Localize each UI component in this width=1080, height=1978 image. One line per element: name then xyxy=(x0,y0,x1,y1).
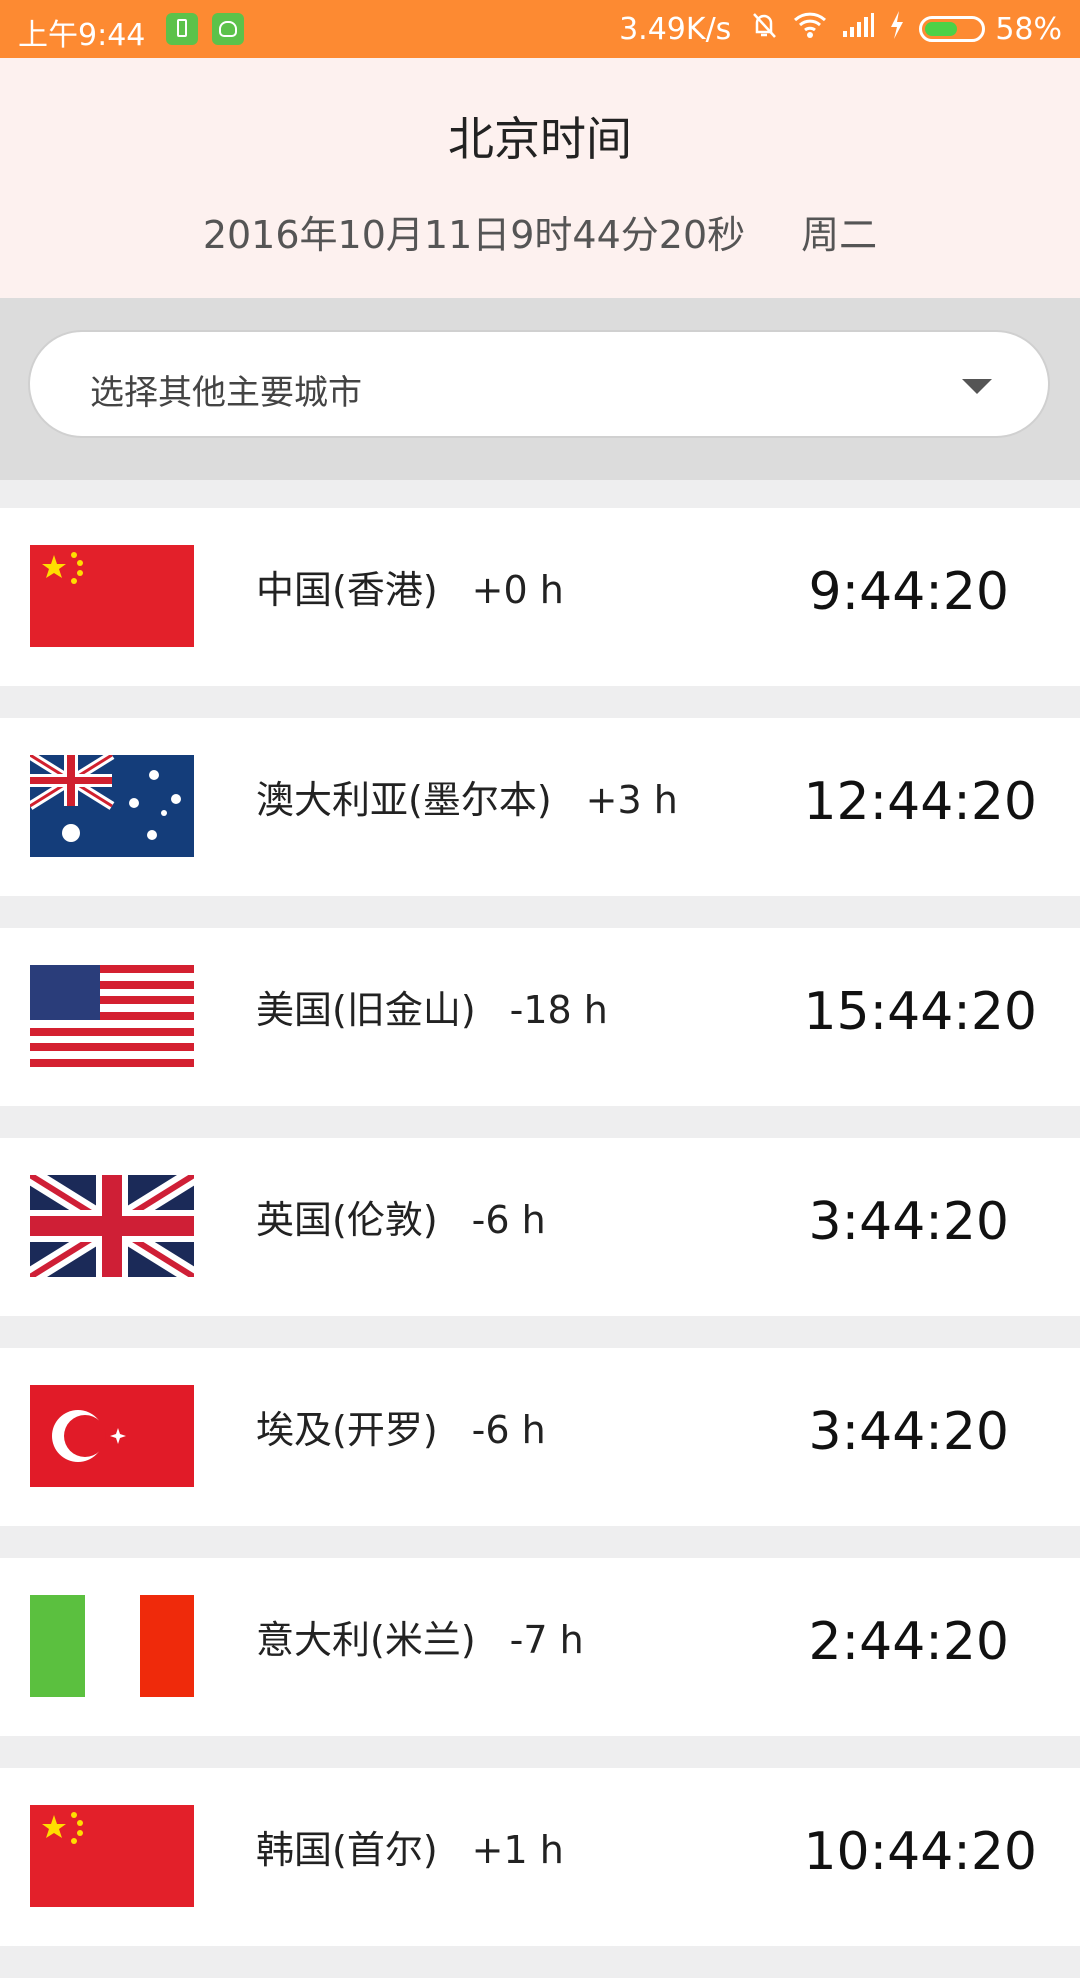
battery-icon xyxy=(919,16,986,42)
list-item[interactable]: 埃及(开罗) -6 h 3:44:20 xyxy=(0,1348,1080,1526)
list-item[interactable]: 韩国(首尔) +1 h 10:44:20 xyxy=(0,1768,1080,1946)
mute-bell-icon xyxy=(749,10,779,48)
city-list: 中国(香港) +0 h 9:44:20 澳大利亚(墨尔本) +3 h 12:44:2… xyxy=(0,508,1080,1978)
city-time: 10:44:20 xyxy=(803,1822,1037,1882)
china-flag-icon xyxy=(30,1805,194,1907)
city-label: 韩国(首尔) +1 h xyxy=(256,1819,564,1874)
city-select-label: 选择其他主要城市 xyxy=(90,373,362,413)
city-label: 澳大利亚(墨尔本) +3 h xyxy=(256,769,678,824)
time-offset: -7 h xyxy=(509,1618,584,1662)
time-header: 北京时间 2016年10月11日9时44分20秒 周二 xyxy=(0,58,1080,298)
signal-icon xyxy=(841,12,875,47)
city-label: 英国(伦敦) -6 h xyxy=(256,1189,546,1244)
page-title: 北京时间 xyxy=(448,112,632,166)
city-name: 美国(旧金山) xyxy=(256,988,476,1032)
time-offset: -18 h xyxy=(509,988,608,1032)
city-label: 中国(香港) +0 h xyxy=(256,559,564,614)
status-bar: 上午9:44 3.49K/s 58% xyxy=(0,0,1080,58)
weekday-text: 周二 xyxy=(801,213,878,257)
uk-flag-icon xyxy=(30,1175,194,1277)
time-offset: +0 h xyxy=(471,568,564,612)
city-name: 韩国(首尔) xyxy=(256,1828,438,1872)
battery-app-icon xyxy=(166,13,198,45)
time-offset: -6 h xyxy=(471,1198,546,1242)
city-time: 15:44:20 xyxy=(803,982,1037,1042)
list-item[interactable]: 中国(香港) +0 h 9:44:20 xyxy=(0,508,1080,686)
city-select-dropdown[interactable]: 选择其他主要城市 xyxy=(28,330,1050,438)
city-select-area: 选择其他主要城市 xyxy=(0,298,1080,480)
list-item[interactable]: 美国(旧金山) -18 h 15:44:20 xyxy=(0,928,1080,1106)
city-time: 3:44:20 xyxy=(808,1402,1009,1462)
city-label: 美国(旧金山) -18 h xyxy=(256,979,608,1034)
city-label: 埃及(开罗) -6 h xyxy=(256,1399,546,1454)
italy-flag-icon xyxy=(30,1595,194,1697)
city-name: 意大利(米兰) xyxy=(256,1618,476,1662)
china-flag-icon xyxy=(30,545,194,647)
city-name: 澳大利亚(墨尔本) xyxy=(256,778,552,822)
city-time: 2:44:20 xyxy=(808,1612,1009,1672)
battery-fill xyxy=(925,22,957,36)
time-offset: +1 h xyxy=(471,1828,564,1872)
city-time: 9:44:20 xyxy=(808,562,1009,622)
australia-flag-icon xyxy=(30,755,194,857)
date-text: 2016年10月11日9时44分20秒 xyxy=(202,213,746,257)
city-name: 英国(伦敦) xyxy=(256,1198,438,1242)
time-offset: +3 h xyxy=(585,778,678,822)
list-item[interactable]: 澳大利亚(墨尔本) +3 h 12:44:20 xyxy=(0,718,1080,896)
time-offset: -6 h xyxy=(471,1408,546,1452)
net-speed: 3.49K/s xyxy=(619,11,732,47)
status-right: 3.49K/s 58% xyxy=(619,10,1062,48)
usa-flag-icon xyxy=(30,965,194,1067)
city-time: 12:44:20 xyxy=(803,772,1037,832)
city-name: 中国(香港) xyxy=(256,568,438,612)
city-name: 埃及(开罗) xyxy=(256,1408,438,1452)
status-time: 上午9:44 xyxy=(18,18,146,53)
list-item[interactable]: 英国(伦敦) -6 h 3:44:20 xyxy=(0,1138,1080,1316)
current-date: 2016年10月11日9时44分20秒 周二 xyxy=(0,204,1080,259)
chevron-down-icon xyxy=(962,379,992,394)
wifi-icon xyxy=(793,11,827,47)
android-app-icon xyxy=(212,13,244,45)
turkey-flag-icon xyxy=(30,1385,194,1487)
city-time: 3:44:20 xyxy=(808,1192,1009,1252)
charging-icon xyxy=(889,11,905,47)
list-item[interactable]: 意大利(米兰) -7 h 2:44:20 xyxy=(0,1558,1080,1736)
city-label: 意大利(米兰) -7 h xyxy=(256,1609,584,1664)
battery-percent: 58% xyxy=(995,11,1062,47)
